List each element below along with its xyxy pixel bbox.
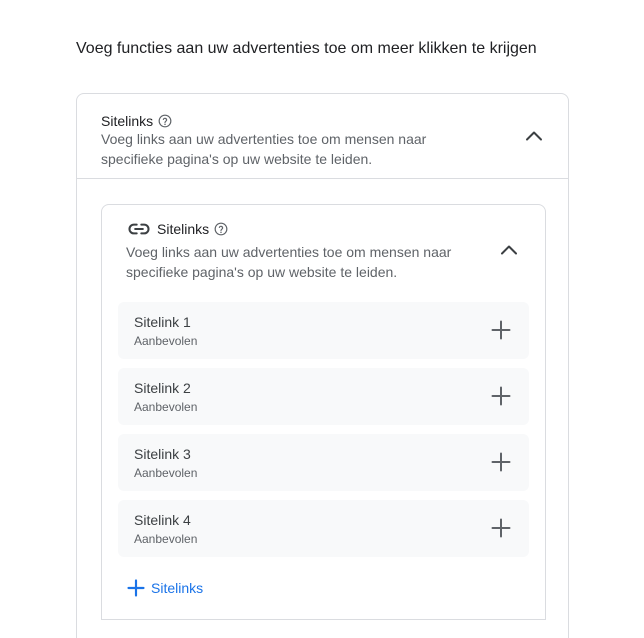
page-title: Voeg functies aan uw advertenties toe om… [76, 40, 537, 57]
sitelink-name: Sitelink 4 [134, 512, 191, 528]
plus-icon[interactable] [489, 318, 513, 342]
sitelinks-card-title-row: Sitelinks [101, 113, 172, 129]
sitelink-recommended-label: Aanbevolen [134, 532, 198, 546]
add-sitelinks-label: Sitelinks [151, 580, 204, 596]
sitelinks-editor-title-row: Sitelinks [128, 221, 228, 237]
sitelink-item-3[interactable]: Sitelink 3 Aanbevolen [118, 434, 529, 491]
plus-icon[interactable] [489, 384, 513, 408]
add-sitelinks-button[interactable]: Sitelinks [126, 578, 203, 598]
sitelink-item-2[interactable]: Sitelink 2 Aanbevolen [118, 368, 529, 425]
help-circle-icon[interactable] [158, 114, 172, 128]
help-circle-icon[interactable] [214, 222, 228, 236]
sitelinks-card-title: Sitelinks [101, 113, 154, 129]
sitelinks-editor-description: Voeg links aan uw advertenties toe om me… [126, 244, 452, 280]
chevron-up-icon[interactable] [522, 124, 546, 148]
plus-icon [127, 579, 145, 597]
sitelink-item-1[interactable]: Sitelink 1 Aanbevolen [118, 302, 529, 359]
page: Voeg functies aan uw advertenties toe om… [0, 0, 644, 638]
sitelink-recommended-label: Aanbevolen [134, 466, 198, 480]
sitelink-item-4[interactable]: Sitelink 4 Aanbevolen [118, 500, 529, 557]
sitelink-name: Sitelink 3 [134, 446, 191, 462]
sitelinks-editor-header[interactable]: Sitelinks Voeg links aan uw advertenties… [102, 205, 545, 295]
sitelinks-editor-title: Sitelinks [157, 221, 210, 237]
sitelinks-card-description: Voeg links aan uw advertenties toe om me… [101, 131, 427, 167]
sitelink-name: Sitelink 1 [134, 314, 191, 330]
sitelinks-card: Sitelinks Voeg links aan uw advertenties… [76, 93, 569, 638]
sitelink-name: Sitelink 2 [134, 380, 191, 396]
sitelinks-card-header[interactable]: Sitelinks Voeg links aan uw advertenties… [77, 94, 568, 179]
plus-icon[interactable] [489, 516, 513, 540]
sitelink-list: Sitelink 1 Aanbevolen Sitelink 2 Aanbevo… [118, 302, 529, 566]
plus-icon[interactable] [489, 450, 513, 474]
sitelinks-editor-card: Sitelinks Voeg links aan uw advertenties… [101, 204, 546, 620]
sitelink-recommended-label: Aanbevolen [134, 400, 198, 414]
sitelink-recommended-label: Aanbevolen [134, 334, 198, 348]
chevron-up-icon[interactable] [497, 238, 521, 262]
link-icon [128, 223, 150, 235]
